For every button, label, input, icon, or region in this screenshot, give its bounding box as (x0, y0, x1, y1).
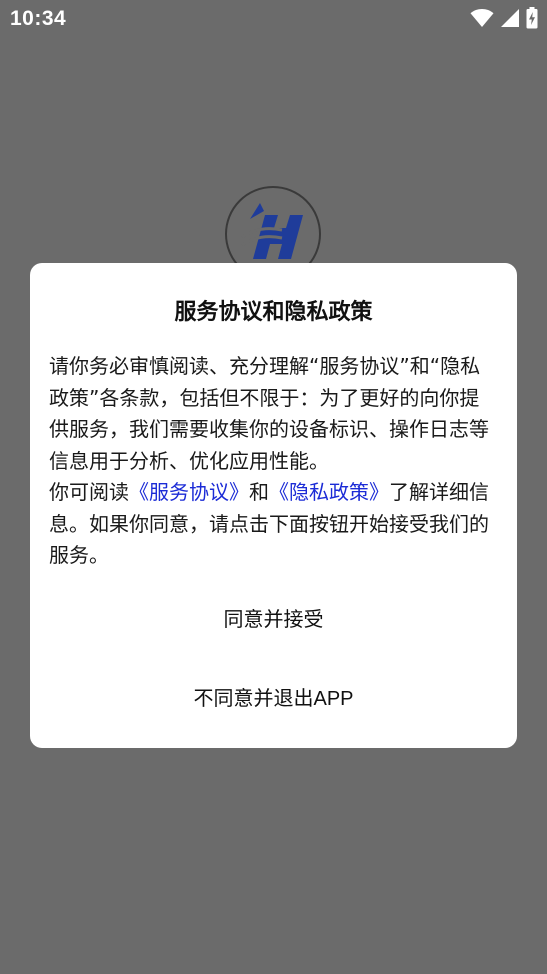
decline-exit-button[interactable]: 不同意并退出APP (30, 668, 517, 724)
privacy-policy-link[interactable]: 《隐私政策》 (269, 480, 389, 504)
dialog-title: 服务协议和隐私政策 (174, 300, 373, 325)
accept-button[interactable]: 同意并接受 (30, 589, 517, 645)
wifi-icon (470, 9, 494, 27)
dialog-body-paragraph-2: 你可阅读《服务协议》和《隐私政策》了解详细信息。如果你同意，请点击下面按钮开始接… (49, 477, 499, 572)
screen: 10:34 服务协议和隐私政策 请你务必审慎阅读、充分理解“服务协议”和“隐私政… (0, 0, 547, 974)
status-bar: 10:34 (0, 0, 547, 38)
status-time: 10:34 (10, 7, 67, 30)
service-agreement-link[interactable]: 《服务协议》 (129, 480, 249, 504)
cellular-signal-icon (501, 9, 519, 27)
battery-charging-icon (526, 7, 538, 29)
paragraph-2-and: 和 (249, 480, 269, 504)
dialog-body: 请你务必审慎阅读、充分理解“服务协议”和“隐私政策”各条款，包括但不限于：为了更… (49, 351, 499, 572)
status-icons (470, 7, 538, 29)
dialog-body-paragraph-1: 请你务必审慎阅读、充分理解“服务协议”和“隐私政策”各条款，包括但不限于：为了更… (49, 354, 489, 473)
paragraph-2-prefix: 你可阅读 (49, 480, 129, 504)
